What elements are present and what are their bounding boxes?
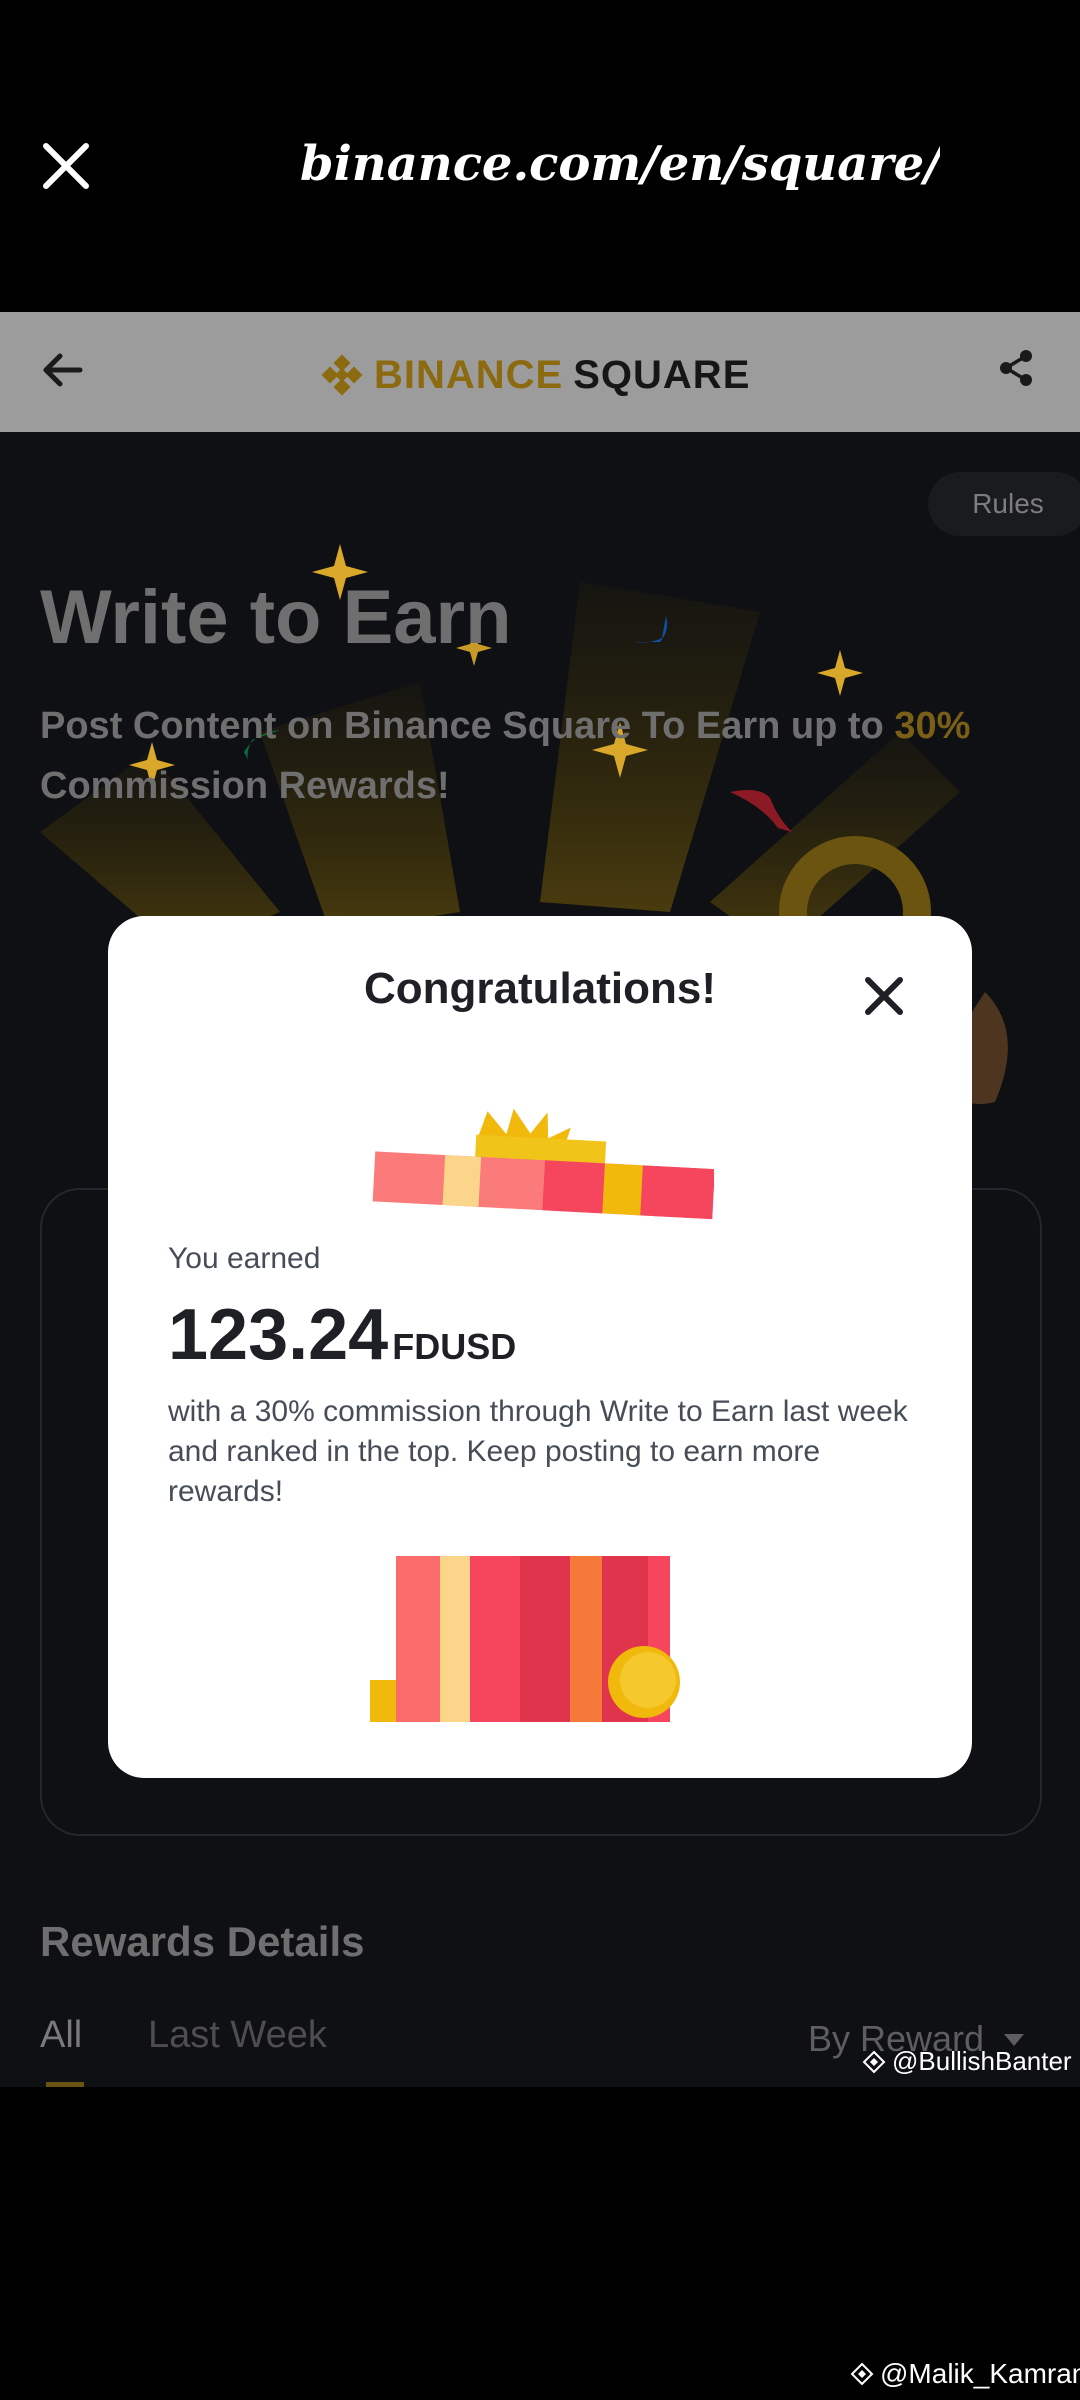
rules-button[interactable]: Rules — [928, 472, 1080, 536]
congratulations-modal: Congratulations! You earned 123.24 FDUSD… — [108, 916, 972, 1778]
active-tab-indicator — [46, 2082, 84, 2087]
modal-title: Congratulations! — [364, 964, 716, 1013]
gift-lid-icon — [372, 1108, 714, 1220]
tab-last-week[interactable]: Last Week — [148, 2014, 327, 2057]
tab-all[interactable]: All — [40, 2014, 82, 2057]
earned-description: with a 30% commission through Write to E… — [168, 1395, 908, 1508]
earned-currency: FDUSD — [392, 1326, 517, 1367]
close-icon[interactable] — [40, 140, 92, 192]
watermark-overlay: @BullishBanter — [862, 2046, 1072, 2077]
logo-brand-text: BINANCE — [374, 352, 564, 397]
binance-watermark-icon — [862, 2050, 886, 2073]
watermark-footer: @Malik_Kamran — [850, 2358, 1080, 2390]
earned-amount: 123.24 FDUSD — [168, 1294, 516, 1376]
chevron-down-icon[interactable] — [1004, 2034, 1024, 2046]
binance-watermark-icon — [850, 2362, 874, 2386]
binance-logo-icon — [321, 354, 363, 396]
back-arrow-icon[interactable] — [40, 348, 84, 392]
page-title: Write to Earn — [40, 575, 512, 660]
page-subtitle: Post Content on Binance Square To Earn u… — [40, 696, 1040, 816]
gift-box-icon — [370, 1556, 680, 1722]
subtitle-suffix: Commission Rewards! — [40, 765, 450, 807]
close-icon[interactable] — [860, 972, 908, 1020]
earned-value: 123.24 — [168, 1295, 389, 1375]
watermark-handle: @BullishBanter — [892, 2046, 1072, 2076]
watermark-handle: @Malik_Kamran — [880, 2358, 1080, 2389]
subtitle-highlight: 30% — [894, 705, 971, 747]
subtitle-text: Post Content on Binance Square To Earn u… — [40, 705, 895, 747]
url-bar[interactable]: binance.com/en/square/po... — [300, 136, 940, 196]
earned-label: You earned — [168, 1242, 321, 1275]
logo-product-text: SQUARE — [573, 352, 751, 397]
binance-square-logo: BINANCE SQUARE — [320, 350, 750, 400]
share-icon[interactable] — [996, 348, 1036, 388]
rewards-details-title: Rewards Details — [40, 1918, 365, 1965]
